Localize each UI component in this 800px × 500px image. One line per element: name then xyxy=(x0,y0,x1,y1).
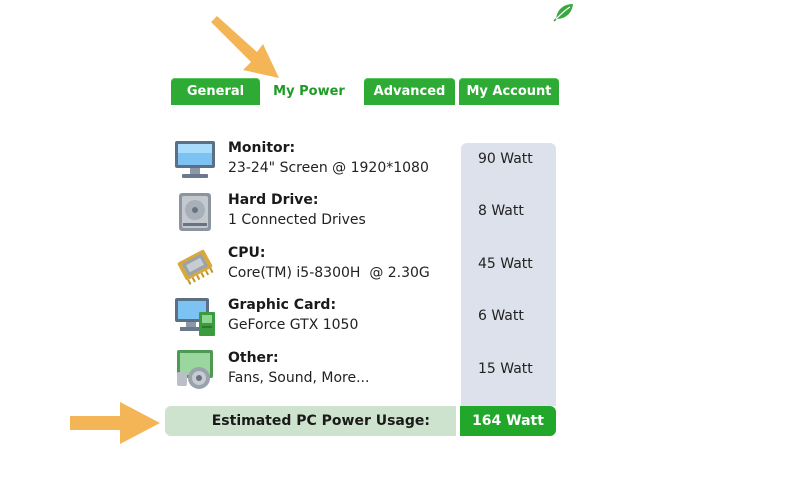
component-row-cpu: CPU: Core(TM) i5-8300H @ 2.30G 45 Watt xyxy=(172,243,562,293)
component-watt: 45 Watt xyxy=(478,256,533,272)
graphic-card-icon xyxy=(175,298,215,336)
component-watt: 8 Watt xyxy=(478,203,524,219)
highlight-arrow-icon xyxy=(70,402,160,444)
component-title: CPU: xyxy=(228,245,266,261)
tab-general[interactable]: General xyxy=(171,78,260,105)
highlight-arrow-icon xyxy=(211,16,279,78)
tab-bar: General My Power Advanced My Account xyxy=(171,78,559,105)
component-row-hard-drive: Hard Drive: 1 Connected Drives 8 Watt xyxy=(172,190,562,240)
component-detail: Core(TM) i5-8300H @ 2.30G xyxy=(228,265,430,281)
component-watt: 15 Watt xyxy=(478,361,533,377)
monitor-icon xyxy=(175,141,215,178)
total-power-label: Estimated PC Power Usage: xyxy=(165,406,456,436)
speaker-icon xyxy=(177,350,213,389)
component-title: Hard Drive: xyxy=(228,192,319,208)
component-detail: Fans, Sound, More... xyxy=(228,370,370,386)
tab-advanced[interactable]: Advanced xyxy=(364,78,455,105)
component-detail: 23-24" Screen @ 1920*1080 xyxy=(228,160,429,176)
component-watt: 6 Watt xyxy=(478,308,524,324)
hard-drive-icon xyxy=(179,193,211,231)
component-watt: 90 Watt xyxy=(478,151,533,167)
component-title: Other: xyxy=(228,350,279,366)
leaf-logo-icon xyxy=(553,4,573,22)
component-detail: GeForce GTX 1050 xyxy=(228,317,359,333)
tab-my-account[interactable]: My Account xyxy=(459,78,559,105)
component-row-monitor: Monitor: 23-24" Screen @ 1920*1080 90 Wa… xyxy=(172,138,562,188)
component-title: Monitor: xyxy=(228,140,296,156)
cpu-icon xyxy=(177,249,214,285)
component-row-graphic-card: Graphic Card: GeForce GTX 1050 6 Watt xyxy=(172,295,562,345)
component-title: Graphic Card: xyxy=(228,297,337,313)
total-power-value: 164 Watt xyxy=(460,406,556,436)
component-detail: 1 Connected Drives xyxy=(228,212,366,228)
tab-my-power[interactable]: My Power xyxy=(262,78,356,105)
component-row-other: Other: Fans, Sound, More... 15 Watt xyxy=(172,348,562,398)
